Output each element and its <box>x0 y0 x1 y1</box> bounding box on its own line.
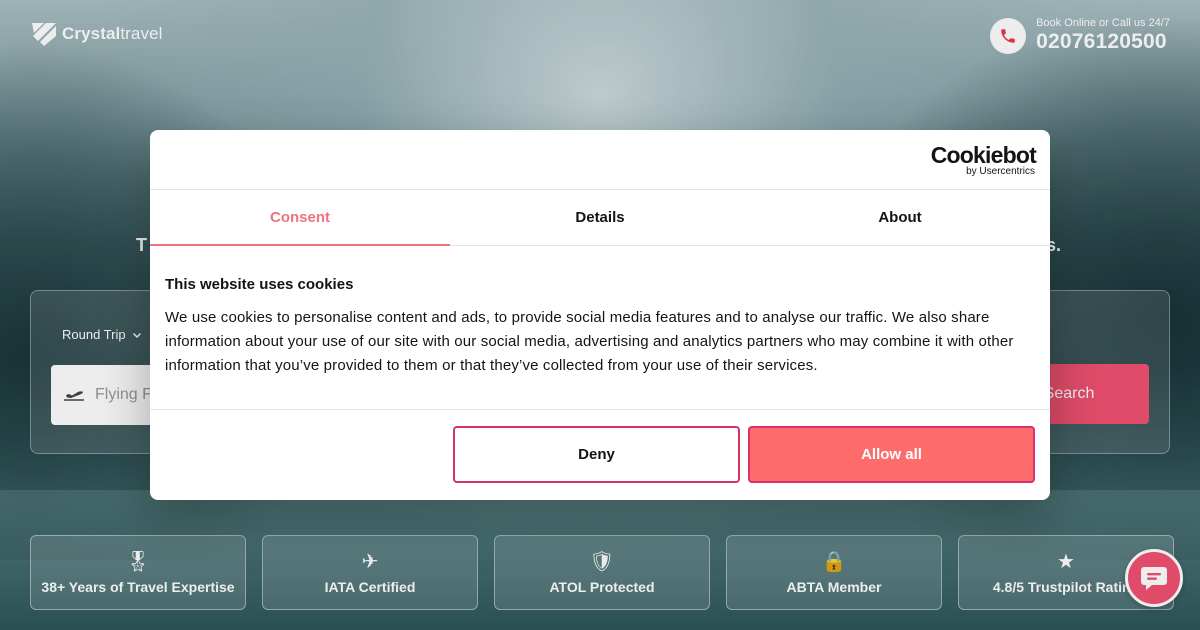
cookiebot-subtitle: by Usercentrics <box>966 166 1035 177</box>
cookiebot-logo[interactable]: Cookiebot by Usercentrics <box>930 142 1037 177</box>
dialog-actions: Deny Allow all <box>150 410 1050 500</box>
tab-about[interactable]: About <box>750 190 1050 245</box>
dialog-header: Cookiebot by Usercentrics <box>150 130 1050 190</box>
dialog-body: This website uses cookies We use cookies… <box>150 246 1050 410</box>
tab-consent[interactable]: Consent <box>150 190 450 246</box>
dialog-title: This website uses cookies <box>165 276 354 293</box>
cookie-consent-dialog: Cookiebot by Usercentrics Consent Detail… <box>150 130 1050 500</box>
dialog-tabs: Consent Details About <box>150 190 1050 246</box>
cookiebot-brand: Cookiebot <box>930 142 1037 168</box>
tab-details[interactable]: Details <box>450 190 750 245</box>
dialog-description: We use cookies to personalise content an… <box>165 309 1014 374</box>
allow-all-button[interactable]: Allow all <box>748 426 1035 483</box>
deny-button[interactable]: Deny <box>453 426 740 483</box>
